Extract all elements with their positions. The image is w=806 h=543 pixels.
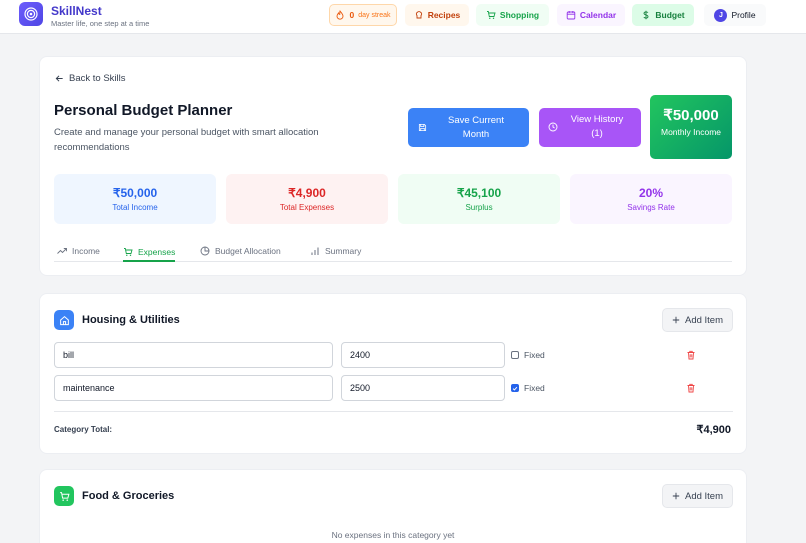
- trending-up-icon: [57, 248, 67, 254]
- nav-profile-label: Profile: [731, 10, 756, 20]
- budget-overview-card: Back to Skills Personal Budget Planner C…: [39, 56, 747, 276]
- streak-count: 0: [349, 10, 355, 20]
- tab-income[interactable]: Income: [57, 243, 100, 259]
- calendar-icon: [566, 11, 576, 20]
- add-item-button[interactable]: Add Item: [662, 484, 733, 508]
- fixed-checkbox-row[interactable]: Fixed: [511, 342, 545, 368]
- save-icon: [418, 123, 427, 132]
- expense-amount-input[interactable]: 2500: [341, 375, 505, 401]
- monthly-income-amount: ₹50,000: [663, 107, 719, 124]
- category-title: Food & Groceries: [82, 490, 175, 502]
- expense-amount-input[interactable]: 2400: [341, 342, 505, 368]
- tab-summary[interactable]: Summary: [310, 243, 361, 259]
- expense-name-input[interactable]: bill: [54, 342, 333, 368]
- trash-icon: [687, 350, 695, 360]
- stat-label: Surplus: [465, 203, 493, 212]
- back-to-skills-link[interactable]: Back to Skills: [55, 73, 126, 84]
- stat-surplus: ₹45,100 Surplus: [398, 174, 560, 224]
- check-icon: [512, 386, 518, 391]
- delete-item-button[interactable]: [686, 342, 696, 368]
- app-logo[interactable]: [19, 2, 43, 26]
- category-card-food: Food & Groceries Add Item No expenses in…: [39, 469, 747, 543]
- pie-chart-icon: [200, 246, 210, 256]
- nav-calendar[interactable]: Calendar: [557, 4, 625, 26]
- avatar: J: [714, 8, 728, 22]
- fixed-checkbox-row[interactable]: Fixed: [511, 375, 545, 401]
- empty-state-text: No expenses in this category yet: [331, 530, 455, 540]
- fixed-checkbox[interactable]: [511, 351, 519, 359]
- shopping-cart-icon: [124, 247, 133, 256]
- plus-icon: [672, 492, 680, 500]
- fixed-checkbox[interactable]: [511, 384, 519, 392]
- page-title: Personal Budget Planner: [54, 102, 233, 119]
- shopping-cart-icon: [486, 11, 496, 19]
- view-history-button[interactable]: View History (1): [539, 108, 641, 147]
- nav-budget[interactable]: Budget: [632, 4, 694, 26]
- expense-name-input[interactable]: maintenance: [54, 375, 333, 401]
- stat-value: ₹50,000: [112, 186, 158, 200]
- tab-label: Expenses: [138, 246, 176, 257]
- stat-label: Savings Rate: [627, 203, 675, 212]
- stat-label: Total Income: [112, 203, 158, 212]
- stat-value: 20%: [638, 186, 664, 200]
- nav-recipes[interactable]: Recipes: [405, 4, 469, 26]
- fixed-label: Fixed: [524, 383, 545, 393]
- stat-label: Total Expenses: [279, 203, 335, 212]
- tab-label: Budget Allocation: [215, 246, 281, 256]
- clock-icon: [548, 122, 558, 132]
- chef-hat-icon: [415, 11, 422, 19]
- target-icon: [24, 7, 38, 21]
- monthly-income-box: ₹50,000 Monthly Income: [650, 95, 732, 159]
- stat-value: ₹45,100: [456, 186, 502, 200]
- monthly-income-label: Monthly Income: [661, 127, 721, 137]
- category-icon-box: [54, 310, 74, 330]
- nav-shopping[interactable]: Shopping: [476, 4, 549, 26]
- arrow-left-icon: [55, 75, 63, 82]
- stat-total-expenses: ₹4,900 Total Expenses: [226, 174, 388, 224]
- nav-shopping-label: Shopping: [499, 10, 540, 20]
- plus-icon: [672, 316, 680, 324]
- stat-value: ₹4,900: [288, 186, 326, 200]
- tab-expenses[interactable]: Expenses: [123, 243, 176, 262]
- shopping-cart-icon: [59, 491, 70, 501]
- nav-recipes-label: Recipes: [427, 10, 461, 20]
- category-title: Housing & Utilities: [82, 314, 180, 326]
- category-total-value: ₹4,900: [696, 424, 731, 436]
- brand-name[interactable]: SkillNest: [51, 4, 102, 18]
- dollar-icon: [643, 10, 649, 20]
- streak-badge[interactable]: 0 day streak: [329, 4, 397, 26]
- divider: [54, 411, 733, 412]
- add-item-label: Add Item: [684, 490, 724, 502]
- trash-icon: [687, 383, 695, 393]
- category-total-label: Category Total:: [54, 425, 113, 434]
- budget-tabs: Income Expenses Budget Allocation Summar…: [54, 239, 732, 262]
- stat-savings-rate: 20% Savings Rate: [570, 174, 732, 224]
- top-nav-bar: SkillNest Master life, one step at a tim…: [0, 0, 806, 34]
- tab-label: Summary: [325, 246, 362, 256]
- home-icon: [59, 315, 69, 325]
- nav-calendar-label: Calendar: [579, 10, 617, 20]
- bar-chart-icon: [311, 247, 319, 255]
- brand-tagline: Master life, one step at a time: [51, 19, 150, 28]
- tab-budget-allocation[interactable]: Budget Allocation: [200, 243, 281, 259]
- history-button-label: View History (1): [570, 114, 624, 139]
- page-subtitle: Create and manage your personal budget w…: [54, 127, 319, 153]
- category-icon-box: [54, 486, 74, 506]
- flame-icon: [337, 10, 344, 20]
- nav-budget-label: Budget: [655, 10, 685, 20]
- stat-total-income: ₹50,000 Total Income: [54, 174, 216, 224]
- fixed-label: Fixed: [524, 350, 545, 360]
- save-button-label: Save Current Month: [448, 114, 504, 140]
- streak-label: day streak: [358, 11, 391, 19]
- save-current-month-button[interactable]: Save Current Month: [408, 108, 529, 147]
- category-card-housing: Housing & Utilities Add Item bill 2400 F…: [39, 293, 747, 454]
- nav-profile[interactable]: J Profile: [704, 4, 766, 26]
- add-item-button[interactable]: Add Item: [662, 308, 733, 332]
- delete-item-button[interactable]: [686, 375, 696, 401]
- tab-label: Income: [72, 246, 100, 256]
- add-item-label: Add Item: [684, 314, 724, 326]
- back-label: Back to Skills: [69, 73, 126, 84]
